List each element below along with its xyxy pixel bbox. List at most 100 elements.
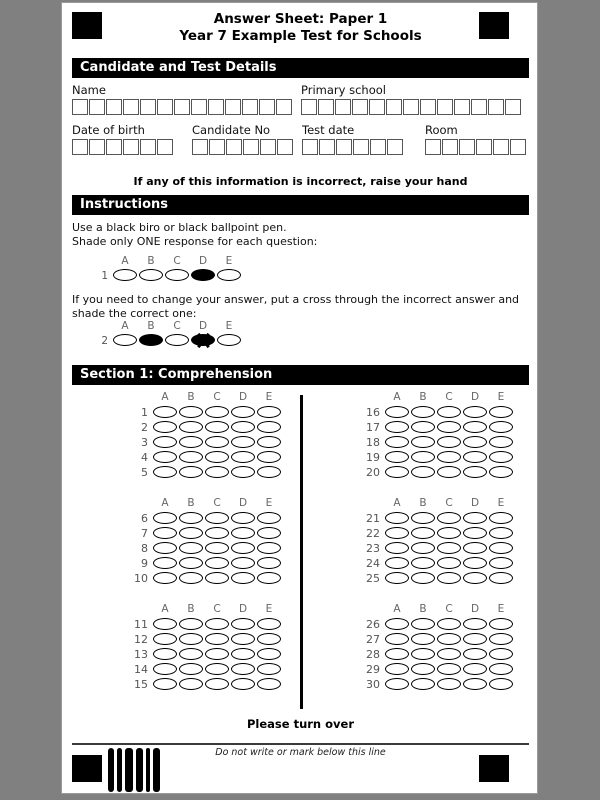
answer-bubble-e[interactable] <box>488 648 514 661</box>
example-bubbles-2[interactable] <box>112 334 242 347</box>
answer-bubble-b[interactable] <box>178 421 204 434</box>
answer-bubble-b[interactable] <box>410 618 436 631</box>
character-box[interactable] <box>425 139 441 155</box>
field-boxes-test-date[interactable] <box>302 139 425 155</box>
answer-bubble-b[interactable] <box>410 451 436 464</box>
answer-bubble-b[interactable] <box>178 527 204 540</box>
answer-bubble-c[interactable] <box>436 466 462 479</box>
answer-bubble-d[interactable] <box>462 618 488 631</box>
answer-bubble-a[interactable] <box>152 527 178 540</box>
answer-bubble-a[interactable] <box>384 557 410 570</box>
answer-bubble-a[interactable] <box>152 451 178 464</box>
character-box[interactable] <box>319 139 335 155</box>
answer-bubble-e[interactable] <box>488 663 514 676</box>
answer-bubble-d[interactable] <box>230 663 256 676</box>
answer-bubble-d[interactable] <box>462 406 488 419</box>
character-box[interactable] <box>335 99 351 115</box>
answer-bubble-e[interactable] <box>256 663 282 676</box>
answer-bubble-c[interactable] <box>164 269 190 282</box>
answer-bubble-d[interactable] <box>462 451 488 464</box>
character-box[interactable] <box>123 139 139 155</box>
answer-bubble-e[interactable] <box>488 421 514 434</box>
answer-bubble-c[interactable] <box>204 648 230 661</box>
answer-bubble-d[interactable] <box>462 542 488 555</box>
answer-bubble-e[interactable] <box>256 421 282 434</box>
answer-bubble-a[interactable] <box>152 466 178 479</box>
answer-bubble-d[interactable] <box>462 512 488 525</box>
answer-bubble-a[interactable] <box>384 542 410 555</box>
character-box[interactable] <box>242 99 258 115</box>
answer-bubble-c[interactable] <box>204 572 230 585</box>
answer-bubble-d[interactable] <box>230 451 256 464</box>
character-box[interactable] <box>157 139 173 155</box>
character-box[interactable] <box>276 99 292 115</box>
answer-bubble-c[interactable] <box>204 557 230 570</box>
answer-bubble-c[interactable] <box>204 663 230 676</box>
character-box[interactable] <box>437 99 453 115</box>
character-box[interactable] <box>471 99 487 115</box>
answer-bubble-e[interactable] <box>488 678 514 691</box>
answer-bubble-e[interactable] <box>488 542 514 555</box>
answer-bubble-a[interactable] <box>152 421 178 434</box>
answer-bubble-c[interactable] <box>164 334 190 347</box>
answer-bubble-d[interactable] <box>230 572 256 585</box>
answer-bubble-e[interactable] <box>256 512 282 525</box>
answer-bubble-d[interactable] <box>190 269 216 282</box>
answer-bubble-d[interactable] <box>462 527 488 540</box>
answer-bubble-e[interactable] <box>256 527 282 540</box>
character-box[interactable] <box>301 99 317 115</box>
answer-bubble-a[interactable] <box>152 557 178 570</box>
character-box[interactable] <box>208 99 224 115</box>
answer-bubble-b[interactable] <box>410 512 436 525</box>
example-bubbles-1[interactable] <box>112 269 242 282</box>
answer-bubble-b[interactable] <box>410 557 436 570</box>
answer-bubble-c[interactable] <box>436 421 462 434</box>
answer-bubble-d[interactable] <box>462 572 488 585</box>
field-boxes-candidate-no[interactable] <box>192 139 302 155</box>
character-box[interactable] <box>140 139 156 155</box>
answer-bubble-d[interactable] <box>462 633 488 646</box>
answer-bubble-c[interactable] <box>436 648 462 661</box>
answer-bubble-a[interactable] <box>384 633 410 646</box>
answer-bubble-d[interactable] <box>230 542 256 555</box>
answer-bubble-e[interactable] <box>256 451 282 464</box>
character-box[interactable] <box>174 99 190 115</box>
character-box[interactable] <box>510 139 526 155</box>
character-box[interactable] <box>243 139 259 155</box>
character-box[interactable] <box>209 139 225 155</box>
character-box[interactable] <box>226 139 242 155</box>
character-box[interactable] <box>459 139 475 155</box>
character-box[interactable] <box>403 99 419 115</box>
answer-bubble-c[interactable] <box>204 421 230 434</box>
answer-bubble-c[interactable] <box>436 512 462 525</box>
answer-bubble-a[interactable] <box>152 542 178 555</box>
answer-bubble-c[interactable] <box>436 663 462 676</box>
answer-bubble-d[interactable] <box>190 334 216 347</box>
answer-bubble-e[interactable] <box>488 451 514 464</box>
answer-bubble-d[interactable] <box>462 421 488 434</box>
character-box[interactable] <box>140 99 156 115</box>
answer-bubble-d[interactable] <box>462 557 488 570</box>
answer-bubble-a[interactable] <box>112 334 138 347</box>
character-box[interactable] <box>488 99 504 115</box>
answer-bubble-e[interactable] <box>216 269 242 282</box>
answer-bubble-d[interactable] <box>462 466 488 479</box>
answer-bubble-b[interactable] <box>178 618 204 631</box>
character-box[interactable] <box>157 99 173 115</box>
character-box[interactable] <box>225 99 241 115</box>
answer-bubble-c[interactable] <box>436 542 462 555</box>
answer-bubble-c[interactable] <box>436 618 462 631</box>
answer-bubble-c[interactable] <box>204 633 230 646</box>
character-box[interactable] <box>386 99 402 115</box>
answer-bubble-e[interactable] <box>488 527 514 540</box>
character-box[interactable] <box>72 99 88 115</box>
answer-bubble-b[interactable] <box>410 421 436 434</box>
field-boxes-room[interactable] <box>425 139 526 155</box>
character-box[interactable] <box>336 139 352 155</box>
answer-bubble-a[interactable] <box>384 527 410 540</box>
character-box[interactable] <box>369 99 385 115</box>
character-box[interactable] <box>387 139 403 155</box>
answer-bubble-e[interactable] <box>256 557 282 570</box>
answer-bubble-b[interactable] <box>178 663 204 676</box>
answer-bubble-a[interactable] <box>152 572 178 585</box>
